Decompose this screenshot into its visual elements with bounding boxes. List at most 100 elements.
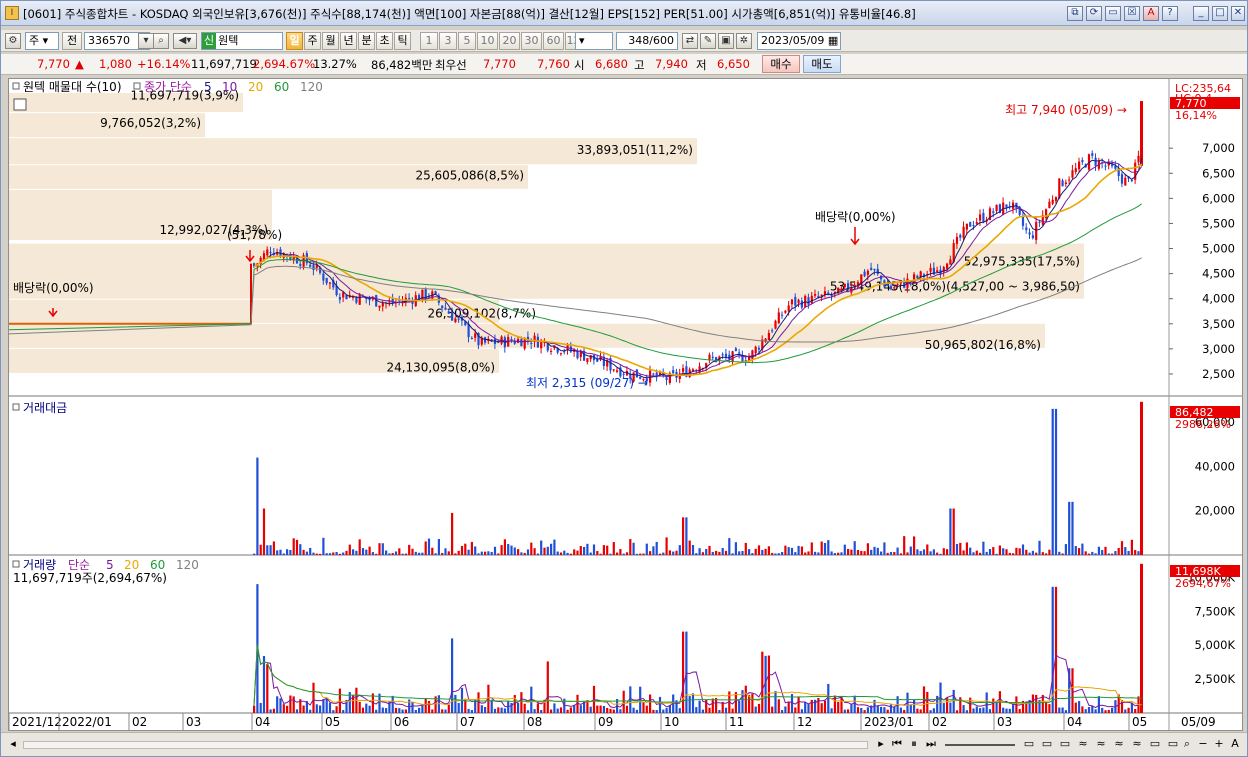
volume-bar <box>975 706 978 713</box>
tool-3-icon[interactable]: ▭ <box>1057 736 1073 752</box>
minute-button-5[interactable]: 5 <box>458 32 476 50</box>
sell-button[interactable]: 매도 <box>803 55 841 73</box>
volume-bar <box>817 697 820 713</box>
speaker-icon[interactable]: ◀▾ <box>173 33 197 49</box>
amount-bar <box>616 552 619 555</box>
price-y-tick: 4,500 <box>1202 267 1235 281</box>
minute-button-10[interactable]: 10 <box>477 32 498 50</box>
alert-icon[interactable]: A <box>1143 6 1159 21</box>
scroll-left-icon[interactable]: ◂ <box>5 736 21 752</box>
draw-icon[interactable]: ✎ <box>700 33 716 49</box>
volume-bars <box>253 584 1143 713</box>
candle <box>982 212 985 223</box>
chart-area[interactable]: 11,697,719(3,9%) 9,766,052(3,2%) 33,893,05… <box>8 78 1243 731</box>
zoom-in-icon[interactable]: + <box>1211 736 1227 752</box>
tool-8-icon[interactable]: ▭ <box>1147 736 1163 752</box>
volume-bar <box>259 702 262 713</box>
amount-bar <box>754 548 757 555</box>
horizontal-scrollbar[interactable] <box>23 741 868 749</box>
maximize-button[interactable]: □ <box>1212 6 1228 21</box>
window-icon[interactable]: ▭ <box>1105 6 1121 21</box>
volume-bar <box>427 700 431 713</box>
price-y-tick: 5,500 <box>1202 216 1235 230</box>
unit-select[interactable]: ▾ <box>575 32 613 50</box>
period-button-3[interactable]: 년 <box>340 32 357 50</box>
period-button-1[interactable]: 주 <box>304 32 321 50</box>
amount-bar <box>474 546 477 555</box>
volume-legend-period: 5 <box>106 558 114 572</box>
refresh-icon[interactable]: ⟳ <box>1086 6 1102 21</box>
zoom-icon[interactable]: ⌕ <box>1179 736 1195 752</box>
amount-bar <box>711 551 714 555</box>
amount-bar <box>906 552 909 555</box>
search-icon[interactable]: ⌕ <box>153 33 169 49</box>
pause-icon[interactable]: ⏸ <box>906 736 922 752</box>
pin-icon[interactable]: ☒ <box>1124 6 1140 21</box>
buy-button[interactable]: 매수 <box>762 55 800 73</box>
minute-button-3[interactable]: 3 <box>439 32 457 50</box>
amount-bar <box>734 542 737 555</box>
amount-bar <box>1134 550 1137 555</box>
link-icon[interactable]: ⧉ <box>1067 6 1083 21</box>
prev-button[interactable]: 전 <box>62 32 82 50</box>
tool-5-icon[interactable]: ≈ <box>1093 736 1109 752</box>
tool-7-icon[interactable]: ≈ <box>1129 736 1145 752</box>
last-icon[interactable]: ⏭ <box>923 736 939 752</box>
dropdown-arrow-icon[interactable]: ▾ <box>138 33 154 49</box>
settings-icon[interactable]: ⚙ <box>5 33 21 49</box>
count-input[interactable]: 348/600 <box>616 32 678 50</box>
amount-bar <box>1130 539 1133 555</box>
volume-bar <box>335 706 338 713</box>
first-icon[interactable]: ⏮ <box>889 736 905 752</box>
amount-bar <box>708 545 711 555</box>
amount-bar <box>639 553 642 555</box>
period-button-6[interactable]: 틱 <box>394 32 411 50</box>
amount-bar <box>272 541 275 555</box>
volume-bar <box>289 695 292 713</box>
volume-bar <box>1002 707 1005 713</box>
close-button[interactable]: ✕ <box>1231 6 1245 21</box>
volume-bar <box>444 709 447 713</box>
period-button-0[interactable]: 일 <box>286 32 303 50</box>
amount-bar <box>444 548 447 555</box>
help-icon[interactable]: ? <box>1162 6 1178 21</box>
tool-4-icon[interactable]: ≈ <box>1075 736 1091 752</box>
tool-1-icon[interactable]: ▭ <box>1021 736 1037 752</box>
candle <box>1078 161 1081 170</box>
amount-bar <box>589 552 592 555</box>
minute-button-1[interactable]: 1 <box>420 32 438 50</box>
stock-name-field[interactable]: 신 원텍 <box>201 32 283 50</box>
save-icon[interactable]: ▣ <box>718 33 734 49</box>
scroll-right-icon[interactable]: ▸ <box>873 736 889 752</box>
volume-bar <box>988 709 992 713</box>
volume-bar <box>394 708 398 713</box>
minute-button-60[interactable]: 60 <box>543 32 564 50</box>
gear-icon[interactable]: ✲ <box>736 33 752 49</box>
period-button-4[interactable]: 분 <box>358 32 375 50</box>
minute-button-30[interactable]: 30 <box>521 32 542 50</box>
candle <box>447 311 450 314</box>
volume-bar <box>302 705 305 713</box>
amount-bar <box>431 547 434 555</box>
minute-button-20[interactable]: 20 <box>499 32 520 50</box>
candle <box>388 301 391 303</box>
date-input[interactable]: 2023/05/09 ▦ <box>757 32 841 50</box>
tool-2-icon[interactable]: ▭ <box>1039 736 1055 752</box>
auto-icon[interactable]: A <box>1227 736 1243 752</box>
tool-6-icon[interactable]: ≈ <box>1111 736 1127 752</box>
period-button-2[interactable]: 월 <box>322 32 339 50</box>
volume-bar <box>695 707 698 713</box>
candle <box>1068 179 1071 181</box>
amount-bar <box>1012 553 1015 555</box>
amount-bar <box>985 551 988 555</box>
zoom-out-icon[interactable]: − <box>1195 736 1211 752</box>
candle <box>797 299 800 304</box>
minimize-button[interactable]: _ <box>1193 6 1209 21</box>
period-button-5[interactable]: 초 <box>376 32 393 50</box>
volume-bar <box>1074 702 1077 713</box>
zoom-slider[interactable] <box>945 744 1015 746</box>
market-select[interactable]: 주 ▾ <box>25 32 59 50</box>
chart-canvas[interactable]: 11,697,719(3,9%)9,766,052(3,2%)33,893,05… <box>8 79 1242 730</box>
amount-bar <box>282 553 285 555</box>
transfer-icon[interactable]: ⇄ <box>682 33 698 49</box>
